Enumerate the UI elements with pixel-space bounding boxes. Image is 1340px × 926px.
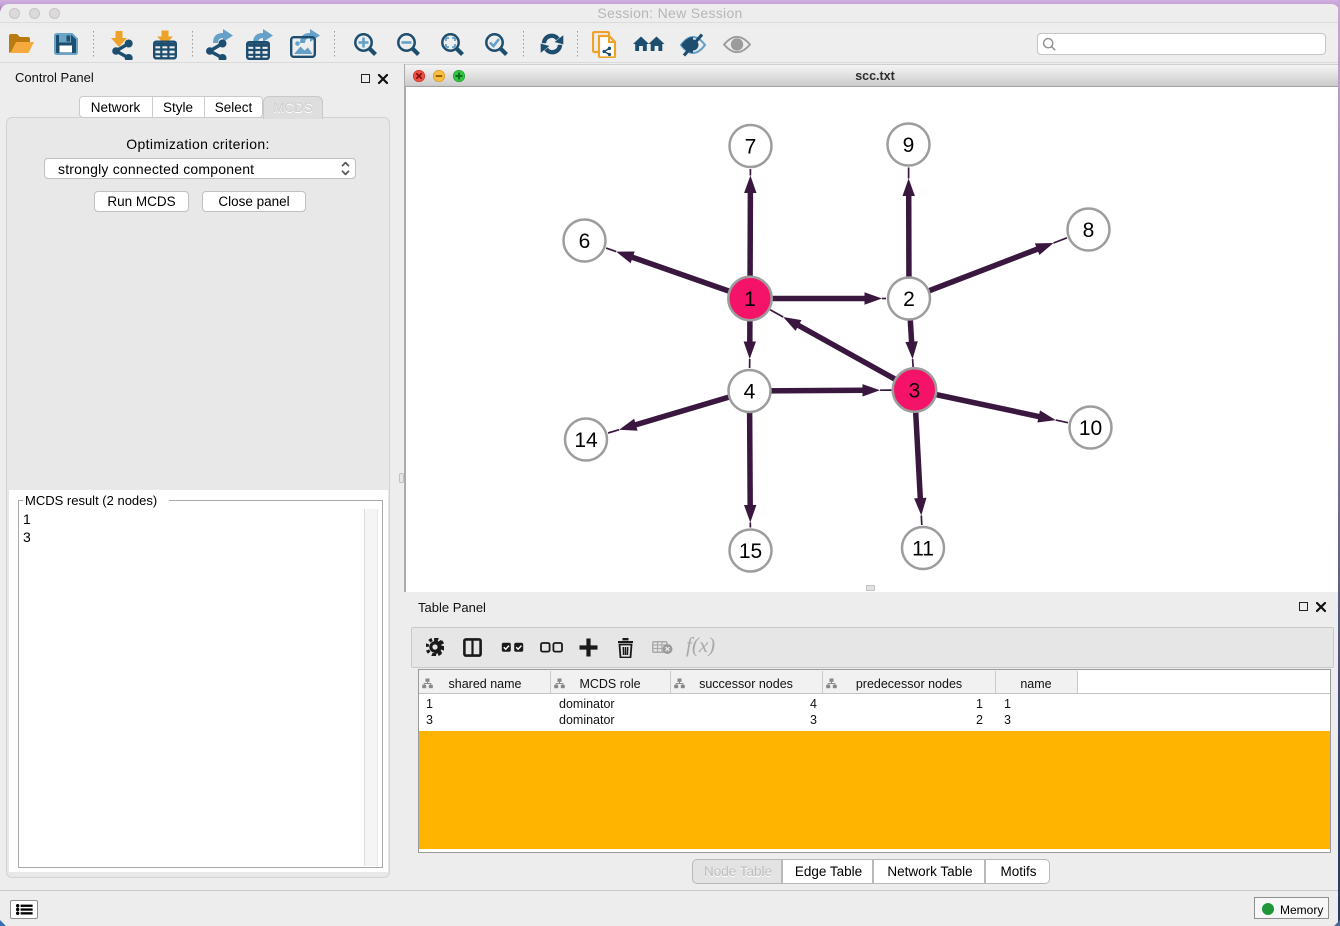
svg-text:1: 1 bbox=[744, 288, 756, 311]
svg-text:15: 15 bbox=[739, 540, 762, 563]
svg-text:9: 9 bbox=[903, 134, 915, 157]
svg-text:2: 2 bbox=[903, 288, 915, 311]
svg-text:11: 11 bbox=[912, 538, 934, 561]
svg-text:7: 7 bbox=[745, 136, 757, 159]
svg-text:10: 10 bbox=[1079, 417, 1102, 440]
svg-text:14: 14 bbox=[574, 429, 598, 452]
svg-text:4: 4 bbox=[744, 381, 756, 404]
svg-text:6: 6 bbox=[579, 230, 591, 253]
svg-text:8: 8 bbox=[1083, 219, 1095, 242]
svg-text:3: 3 bbox=[909, 380, 921, 403]
